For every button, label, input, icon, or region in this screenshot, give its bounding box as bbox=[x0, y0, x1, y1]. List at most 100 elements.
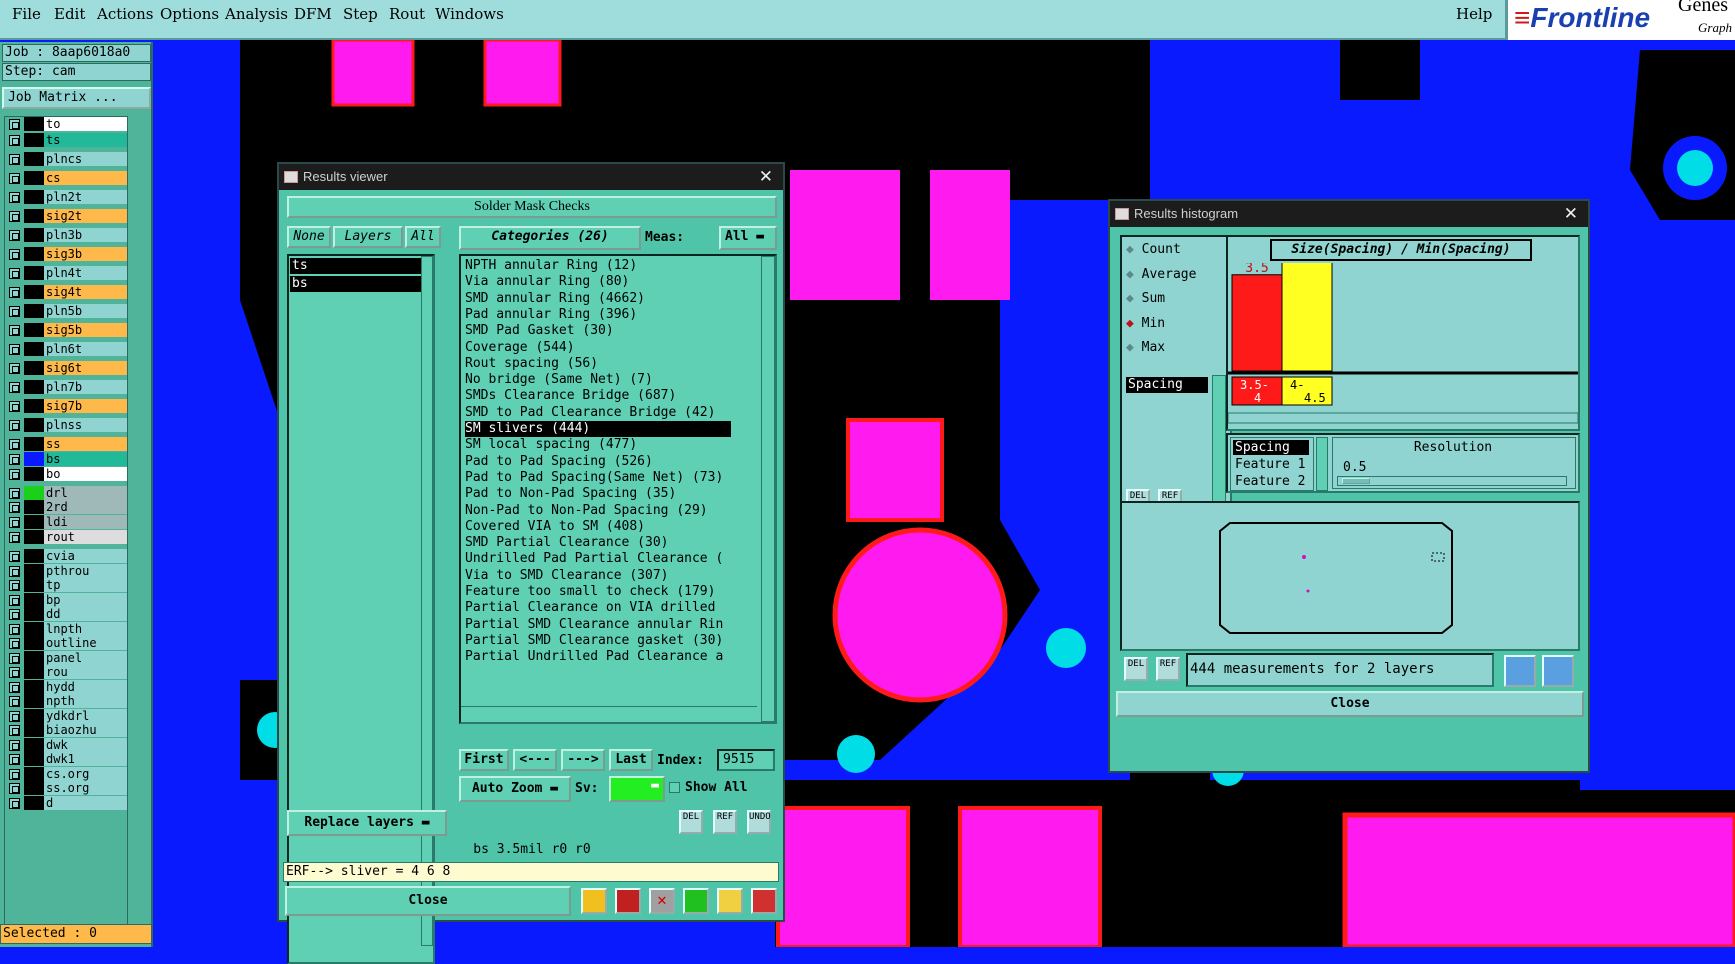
layer-row-lnpth[interactable]: lnpth bbox=[7, 622, 127, 636]
category-item[interactable]: Rout spacing (56) bbox=[465, 356, 731, 372]
category-item[interactable]: Via annular Ring (80) bbox=[465, 274, 731, 290]
layer-color-swatch[interactable] bbox=[24, 418, 44, 432]
layer-color-swatch[interactable] bbox=[24, 723, 44, 737]
category-item[interactable]: Partial Clearance on VIA drilled bbox=[465, 600, 731, 616]
layer-color-swatch[interactable] bbox=[24, 247, 44, 261]
next-button[interactable]: ---> bbox=[561, 749, 605, 771]
layer-color-swatch[interactable] bbox=[24, 342, 44, 356]
option-min[interactable]: ◆ Min bbox=[1126, 315, 1165, 333]
replace-layers-select[interactable]: Replace layers ▬ bbox=[287, 810, 447, 836]
layer-color-swatch[interactable] bbox=[24, 665, 44, 679]
layer-color-swatch[interactable] bbox=[24, 549, 44, 563]
layer-checkbox[interactable] bbox=[9, 268, 20, 279]
layer-row-sig7b[interactable]: sig7b bbox=[7, 399, 127, 413]
option-sum[interactable]: ◆ Sum bbox=[1126, 290, 1165, 308]
layer-row-hydd[interactable]: hydd bbox=[7, 680, 127, 694]
layer-color-swatch[interactable] bbox=[24, 752, 44, 766]
red-toolbar-icon[interactable] bbox=[615, 888, 641, 914]
layer-row-dwk[interactable]: dwk bbox=[7, 738, 127, 752]
layer-checkbox[interactable] bbox=[9, 454, 20, 465]
layer-checkbox[interactable] bbox=[9, 439, 20, 450]
layer-color-swatch[interactable] bbox=[24, 607, 44, 621]
layer-row-bs[interactable]: bs bbox=[7, 452, 127, 466]
layer-row-rou[interactable]: rou bbox=[7, 665, 127, 679]
layer-row-panel[interactable]: panel bbox=[7, 651, 127, 665]
layer-color-swatch[interactable] bbox=[24, 622, 44, 636]
layer-color-swatch[interactable] bbox=[24, 209, 44, 223]
category-item[interactable]: Pad to Pad Spacing(Same Net) (73) bbox=[465, 470, 731, 486]
layer-row-ss-org[interactable]: ss.org bbox=[7, 781, 127, 795]
layer-color-swatch[interactable] bbox=[24, 437, 44, 451]
category-item[interactable]: Coverage (544) bbox=[465, 340, 731, 356]
layer-row-rout[interactable]: rout bbox=[7, 530, 127, 544]
histogram-close-button[interactable]: Close bbox=[1116, 691, 1584, 717]
fields-scrollbar[interactable] bbox=[1316, 437, 1328, 491]
radio-icon[interactable]: ◆ bbox=[1126, 242, 1134, 257]
layer-row-drl[interactable]: drl bbox=[7, 486, 127, 500]
menu-options[interactable]: Options bbox=[160, 5, 219, 23]
layer-color-swatch[interactable] bbox=[24, 593, 44, 607]
layer-row-dwk1[interactable]: dwk1 bbox=[7, 752, 127, 766]
ref-icon[interactable]: REF bbox=[1156, 657, 1180, 681]
layer-checkbox[interactable] bbox=[9, 382, 20, 393]
menu-windows[interactable]: Windows bbox=[435, 5, 504, 23]
all-layers-button[interactable]: All bbox=[405, 226, 441, 248]
resolution-slider[interactable] bbox=[1337, 476, 1567, 486]
radio-icon[interactable]: ◆ bbox=[1126, 267, 1134, 282]
layer-checkbox[interactable] bbox=[9, 769, 20, 780]
layer-checkbox[interactable] bbox=[9, 624, 20, 635]
layer-color-swatch[interactable] bbox=[24, 709, 44, 723]
layer-color-swatch[interactable] bbox=[24, 133, 44, 147]
layer-checkbox[interactable] bbox=[9, 135, 20, 146]
layer-checkbox[interactable] bbox=[9, 696, 20, 707]
layer-color-swatch[interactable] bbox=[24, 323, 44, 337]
menu-actions[interactable]: Actions bbox=[97, 5, 153, 23]
job-matrix-button[interactable]: Job Matrix ... bbox=[2, 87, 151, 109]
histogram-bar[interactable] bbox=[1281, 263, 1333, 372]
menu-rout[interactable]: Rout bbox=[389, 5, 425, 23]
layer-row-sig3b[interactable]: sig3b bbox=[7, 247, 127, 261]
layer-checkbox[interactable] bbox=[9, 306, 20, 317]
layer-row-sig5b[interactable]: sig5b bbox=[7, 323, 127, 337]
layer-checkbox[interactable] bbox=[9, 517, 20, 528]
layer-checkbox[interactable] bbox=[9, 682, 20, 693]
layer-color-swatch[interactable] bbox=[24, 399, 44, 413]
histogram-hscroll[interactable] bbox=[1228, 412, 1578, 424]
layer-checkbox[interactable] bbox=[9, 401, 20, 412]
auto-zoom-select[interactable]: Auto Zoom ▬ bbox=[459, 776, 571, 802]
layer-checkbox[interactable] bbox=[9, 249, 20, 260]
menu-file[interactable]: File bbox=[12, 5, 41, 23]
histogram-bar[interactable] bbox=[1231, 274, 1283, 372]
layer-row-plnss[interactable]: plnss bbox=[7, 418, 127, 432]
layer-row-pln4t[interactable]: pln4t bbox=[7, 266, 127, 280]
layer-checkbox[interactable] bbox=[9, 154, 20, 165]
layer-row-sig6t[interactable]: sig6t bbox=[7, 361, 127, 375]
layer-color-swatch[interactable] bbox=[24, 564, 44, 578]
layer-checkbox[interactable] bbox=[9, 653, 20, 664]
layer-row-outline[interactable]: outline bbox=[7, 636, 127, 650]
first-button[interactable]: First bbox=[459, 749, 509, 771]
layer-checkbox[interactable] bbox=[9, 344, 20, 355]
categories-button[interactable]: Categories (26) bbox=[459, 226, 641, 250]
layer-checkbox[interactable] bbox=[9, 192, 20, 203]
layer-checkbox[interactable] bbox=[9, 740, 20, 751]
measure-item[interactable]: Spacing bbox=[1126, 377, 1208, 393]
menu-step[interactable]: Step bbox=[343, 5, 378, 23]
layer-color-swatch[interactable] bbox=[24, 285, 44, 299]
option-average[interactable]: ◆ Average bbox=[1126, 266, 1196, 284]
layer-color-swatch[interactable] bbox=[24, 171, 44, 185]
layer-row-bp[interactable]: bp bbox=[7, 593, 127, 607]
layer-color-swatch[interactable] bbox=[24, 651, 44, 665]
option-max[interactable]: ◆ Max bbox=[1126, 339, 1165, 357]
layer-checkbox[interactable] bbox=[9, 469, 20, 480]
layer-color-swatch[interactable] bbox=[24, 380, 44, 394]
category-item[interactable]: SM local spacing (477) bbox=[465, 437, 731, 453]
layer-row-plncs[interactable]: plncs bbox=[7, 152, 127, 166]
layer-row-2rd[interactable]: 2rd bbox=[7, 500, 127, 514]
del-icon[interactable]: DEL bbox=[1124, 657, 1148, 681]
layer-checkbox[interactable] bbox=[9, 711, 20, 722]
layer-row-pln7b[interactable]: pln7b bbox=[7, 380, 127, 394]
delete-toolbar-icon[interactable]: ✕ bbox=[649, 888, 675, 914]
layer-checkbox[interactable] bbox=[9, 566, 20, 577]
layer-checkbox[interactable] bbox=[9, 287, 20, 298]
